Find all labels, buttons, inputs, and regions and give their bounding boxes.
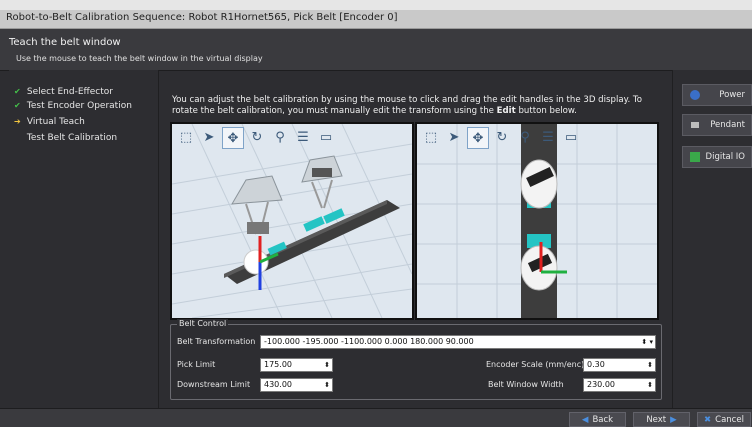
pick-limit-value: 175.00: [264, 360, 292, 369]
digital-io-label: Digital IO: [705, 152, 745, 162]
power-icon: [690, 90, 700, 100]
3d-top-viewport[interactable]: ⬚ ➤ ✥ ↻ ⚲ ☰ ▭: [415, 122, 659, 320]
belt-window-width-value: 230.00: [587, 380, 615, 389]
3d-perspective-viewport[interactable]: ⬚ ➤ ✥ ↻ ⚲ ☰ ▭: [170, 122, 414, 320]
encoder-scale-value: 0.30: [587, 360, 605, 369]
view-cube-icon[interactable]: ⬚: [421, 127, 441, 147]
edit-properties-icon[interactable]: ☰: [538, 127, 558, 147]
top-view-scene[interactable]: [417, 124, 657, 318]
cancel-label: Cancel: [715, 414, 744, 425]
checkmark-icon: ✔: [14, 101, 21, 110]
spinner-icon[interactable]: ⬍: [647, 359, 653, 371]
select-arrow-icon[interactable]: ➤: [444, 127, 464, 147]
downstream-limit-input[interactable]: 430.00 ⬍: [260, 378, 333, 392]
view-cube-icon[interactable]: ⬚: [176, 127, 196, 147]
top-strip: [0, 0, 752, 10]
checkmark-icon: ✔: [14, 87, 21, 96]
belt-transformation-label: Belt Transformation: [177, 337, 256, 346]
instruction-part-2: button below.: [515, 106, 577, 116]
instruction-edit-emphasis: Edit: [496, 106, 516, 116]
digital-io-icon: [690, 152, 700, 162]
belt-control-legend: Belt Control: [177, 319, 229, 328]
encoder-scale-input[interactable]: 0.30 ⬍: [583, 358, 656, 372]
step-list: ✔ Select End-Effector ✔ Test Encoder Ope…: [9, 70, 159, 408]
next-arrow-icon: ▶: [670, 414, 677, 425]
main-content: You can adjust the belt calibration by u…: [163, 82, 669, 408]
step-test-encoder-operation[interactable]: ✔ Test Encoder Operation: [14, 101, 132, 111]
spinner-icon[interactable]: ⬍: [324, 379, 330, 391]
select-arrow-icon[interactable]: ➤: [199, 127, 219, 147]
page-subtitle: Use the mouse to teach the belt window i…: [16, 54, 263, 63]
back-arrow-icon: ◀: [581, 414, 589, 425]
pendant-button[interactable]: Pendant: [682, 114, 752, 136]
perspective-scene[interactable]: [172, 124, 412, 318]
spinner-icon[interactable]: ⬍: [324, 359, 330, 371]
zoom-icon[interactable]: ⚲: [515, 127, 535, 147]
pick-limit-label: Pick Limit: [177, 360, 216, 369]
step-label: Test Encoder Operation: [26, 101, 132, 111]
ruler-icon[interactable]: ▭: [316, 127, 336, 147]
cancel-icon: ✖: [704, 414, 712, 425]
step-label: Virtual Teach: [26, 117, 85, 127]
pan-icon[interactable]: ✥: [467, 127, 489, 149]
viewport-toolbar: ⬚ ➤ ✥ ↻ ⚲ ☰ ▭: [176, 127, 336, 151]
rotate-icon[interactable]: ↻: [492, 127, 512, 147]
pan-icon[interactable]: ✥: [222, 127, 244, 149]
pendant-icon: [691, 122, 699, 128]
step-test-belt-calibration[interactable]: Test Belt Calibration: [14, 133, 117, 143]
rotate-icon[interactable]: ↻: [247, 127, 267, 147]
downstream-limit-label: Downstream Limit: [177, 380, 251, 389]
footer-bar: ◀ Back Next ▶ ✖ Cancel: [0, 408, 752, 427]
power-button[interactable]: Power: [682, 84, 752, 106]
back-button[interactable]: ◀ Back: [569, 412, 626, 427]
ruler-icon[interactable]: ▭: [561, 127, 581, 147]
power-label: Power: [719, 90, 745, 100]
spinner-dropdown-icon[interactable]: ⬍ ▾: [641, 336, 653, 348]
current-step-arrow-icon: ➔: [14, 117, 21, 126]
belt-window-width-input[interactable]: 230.00 ⬍: [583, 378, 656, 392]
next-label: Next: [646, 414, 667, 425]
zoom-icon[interactable]: ⚲: [270, 127, 290, 147]
viewport-toolbar: ⬚ ➤ ✥ ↻ ⚲ ☰ ▭: [421, 127, 581, 151]
page-title: Teach the belt window: [9, 37, 121, 48]
encoder-scale-label: Encoder Scale (mm/enc):: [486, 360, 587, 369]
cancel-button[interactable]: ✖ Cancel: [697, 412, 751, 427]
instruction-text: You can adjust the belt calibration by u…: [172, 95, 666, 117]
spinner-icon[interactable]: ⬍: [647, 379, 653, 391]
step-label: Select End-Effector: [26, 87, 113, 97]
window-title: Robot-to-Belt Calibration Sequence: Robo…: [6, 12, 398, 23]
step-virtual-teach[interactable]: ➔ Virtual Teach: [14, 117, 85, 127]
calibration-window: Robot-to-Belt Calibration Sequence: Robo…: [0, 0, 752, 427]
pick-limit-input[interactable]: 175.00 ⬍: [260, 358, 333, 372]
downstream-limit-value: 430.00: [264, 380, 292, 389]
edit-properties-icon[interactable]: ☰: [293, 127, 313, 147]
next-button[interactable]: Next ▶: [633, 412, 690, 427]
digital-io-button[interactable]: Digital IO: [682, 146, 752, 168]
back-label: Back: [592, 414, 614, 425]
belt-transformation-value: -100.000 -195.000 -1100.000 0.000 180.00…: [264, 337, 474, 346]
step-label: Test Belt Calibration: [26, 133, 118, 143]
right-panel: Power Pendant Digital IO: [672, 70, 752, 408]
wizard-header: Teach the belt window Use the mouse to t…: [0, 29, 752, 71]
belt-window-width-label: Belt Window Width: [488, 380, 564, 389]
belt-transformation-field[interactable]: -100.000 -195.000 -1100.000 0.000 180.00…: [260, 335, 656, 349]
belt-control-group: Belt Control Belt Transformation -100.00…: [170, 319, 662, 400]
pendant-label: Pendant: [710, 120, 745, 130]
step-select-end-effector[interactable]: ✔ Select End-Effector: [14, 87, 113, 97]
title-bar: Robot-to-Belt Calibration Sequence: Robo…: [0, 10, 752, 29]
